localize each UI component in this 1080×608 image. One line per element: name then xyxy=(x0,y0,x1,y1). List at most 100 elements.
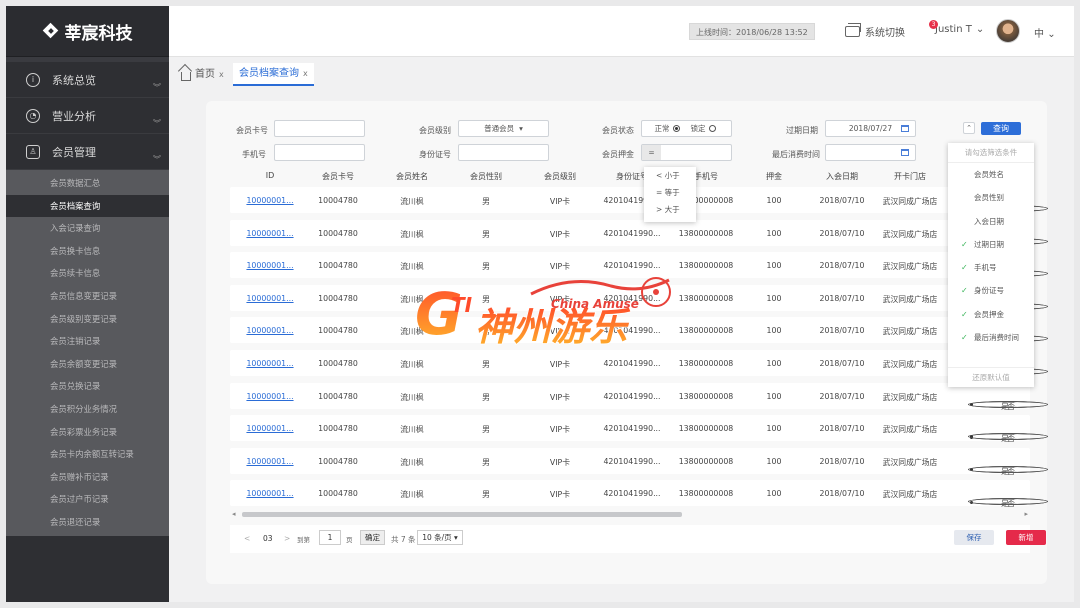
sidebar-item-members[interactable]: ♙ 会员管理 ︾ xyxy=(6,134,169,170)
app-frame: 莘宸科技 i 系统总览 ︾ ◔ 营业分析 ︾ ♙ 会员管理 ︾ 会员数据汇总 会员… xyxy=(6,6,1074,602)
user-menu[interactable]: 3 Justin T ⌄ xyxy=(929,20,984,35)
table-row[interactable]: 10000001... 10004780 流川枫男 VIP卡 4201041990...… xyxy=(230,187,1048,215)
table-row[interactable]: 10000001... 10004780 流川枫男 VIP卡 4201041990...… xyxy=(230,317,1048,345)
sidebar-subitem[interactable]: 会员积分业务情况 xyxy=(6,398,169,421)
table-header-cell[interactable]: 会员性别 xyxy=(446,171,526,182)
scroll-thumb[interactable] xyxy=(242,512,682,517)
operator-option[interactable]: > 大于 xyxy=(644,201,696,218)
tab-member-query[interactable]: 会员档案查询 x xyxy=(233,63,314,86)
sidebar-subitem[interactable]: 会员退还记录 xyxy=(6,511,169,534)
status-locked-label: 锁定 xyxy=(690,124,706,133)
save-button[interactable]: 保存 xyxy=(954,530,994,545)
add-button[interactable]: 新增 xyxy=(1006,530,1046,545)
sidebar-subitem[interactable]: 会员注销记录 xyxy=(6,330,169,353)
level-select-value: 普通会员 xyxy=(484,124,515,133)
table-row[interactable]: 10000001... 10004780 流川枫男 VIP卡 4201041990...… xyxy=(230,447,1048,476)
table-cell: 武汉同成广场店 xyxy=(882,327,938,337)
sidebar-subitem[interactable]: 会员档案查询 xyxy=(6,194,169,218)
column-filter-option[interactable]: 会员押金 xyxy=(948,303,1034,327)
table-cell: 10004780 xyxy=(318,489,358,499)
table-cell: 10004780 xyxy=(318,359,358,368)
sidebar-item-overview[interactable]: i 系统总览 ︾ xyxy=(6,62,169,98)
table-cell: 4201041990... xyxy=(603,359,661,368)
column-filter-option[interactable]: 过期日期 xyxy=(948,233,1034,257)
table-row[interactable]: 10000001... 10004780 流川枫男 VIP卡 4201041990...… xyxy=(230,480,1048,508)
scroll-left-icon[interactable]: ◂ xyxy=(232,510,236,518)
table-row[interactable]: 10000001... 10004780 流川枫男 VIP卡 4201041990...… xyxy=(230,382,1048,411)
reset-default-button[interactable]: 还原默认值 xyxy=(948,367,1034,387)
language-label: 中 xyxy=(1034,29,1044,40)
column-filter-option[interactable]: 手机号 xyxy=(948,256,1034,280)
table-cell: 男 xyxy=(482,327,490,337)
table-cell: 10004780 xyxy=(318,196,358,205)
column-filter-option[interactable]: 会员姓名 xyxy=(948,163,1034,186)
deposit-operator[interactable]: = xyxy=(642,145,661,160)
page-size-select[interactable]: 10 条/页 ▾ xyxy=(417,530,463,545)
goto-page-input[interactable]: 1 xyxy=(319,530,341,545)
deposit-input[interactable]: = xyxy=(641,144,732,161)
sidebar-subitem[interactable]: 会员换卡信息 xyxy=(6,240,169,263)
sidebar-subitem[interactable]: 会员余额变更记录 xyxy=(6,353,169,376)
table-header-cell[interactable]: 开卡门店 xyxy=(870,171,950,182)
goto-confirm-button[interactable]: 确定 xyxy=(360,530,385,545)
status-normal-radio[interactable] xyxy=(672,125,680,132)
logo: 莘宸科技 xyxy=(6,6,169,57)
collapse-columns-button[interactable]: ⌃ xyxy=(963,122,975,134)
sidebar-subitem[interactable]: 会员彩票业务记录 xyxy=(6,421,169,444)
sidebar-subitem[interactable]: 会员卡内余额互转记录 xyxy=(6,443,169,466)
table-row[interactable]: 10000001... 10004780 流川枫男 VIP卡 4201041990...… xyxy=(230,350,1048,378)
operator-option[interactable]: = 等于 xyxy=(644,184,696,201)
column-filter-option[interactable]: 最后消费时间 xyxy=(948,326,1034,350)
tab-close-icon[interactable]: x xyxy=(219,63,224,86)
id-card-input[interactable] xyxy=(458,144,549,161)
phone-input[interactable] xyxy=(274,144,365,161)
no-radio[interactable] xyxy=(968,465,1048,473)
sidebar-subitem[interactable]: 会员级别变更记录 xyxy=(6,308,169,331)
table-row[interactable]: 10000001... 10004780 流川枫男 VIP卡 4201041990...… xyxy=(230,284,1048,313)
expire-date-input[interactable]: 2018/07/27 xyxy=(825,120,916,137)
table-row[interactable]: 10000001... 10004780 流川枫男 VIP卡 4201041990...… xyxy=(230,415,1048,443)
operator-option[interactable]: < 小于 xyxy=(644,167,696,184)
language-switch[interactable]: 中 ⌄ xyxy=(1034,25,1056,40)
sidebar-subitem[interactable]: 会员赠补币记录 xyxy=(6,466,169,489)
no-radio[interactable] xyxy=(968,400,1048,408)
sidebar-subitem[interactable]: 会员续卡信息 xyxy=(6,262,169,285)
card-no-input[interactable] xyxy=(274,120,365,137)
scroll-right-icon[interactable]: ▸ xyxy=(1024,510,1028,518)
avatar[interactable] xyxy=(996,19,1020,43)
table-header-cell[interactable]: 会员卡号 xyxy=(298,171,378,182)
table-header-cell[interactable]: 会员姓名 xyxy=(372,171,452,182)
tab-home[interactable]: 首页 x xyxy=(175,63,230,86)
table-row[interactable]: 10000001... 10004780 流川枫男 VIP卡 4201041990...… xyxy=(230,252,1048,280)
column-filter-option[interactable]: 会员性别 xyxy=(948,186,1034,209)
column-filter-option[interactable]: 身份证号 xyxy=(948,279,1034,303)
table-header-cell[interactable]: 会员级别 xyxy=(520,171,600,182)
sidebar-subitem[interactable]: 会员过户币记录 xyxy=(6,488,169,511)
level-select[interactable]: 普通会员 ▾ xyxy=(458,120,549,137)
query-button[interactable]: 查询 xyxy=(981,122,1021,135)
horizontal-scrollbar[interactable]: ◂ ▸ xyxy=(230,510,1030,518)
last-time-input[interactable] xyxy=(825,144,916,161)
prev-page-icon[interactable]: < xyxy=(244,534,250,543)
next-page-icon[interactable]: > xyxy=(284,534,290,543)
phone-label: 手机号 xyxy=(242,150,266,159)
table-row[interactable]: 10000001... 10004780 流川枫男 VIP卡 4201041990...… xyxy=(230,219,1048,248)
table-cell: 男 xyxy=(482,490,490,500)
column-filter-option[interactable]: 入会日期 xyxy=(948,210,1034,233)
calendar-icon[interactable] xyxy=(901,125,909,132)
calendar-icon[interactable] xyxy=(901,149,909,156)
sidebar-subitem[interactable]: 会员数据汇总 xyxy=(6,172,169,195)
sidebar-subitem[interactable]: 会员信息变更记录 xyxy=(6,285,169,308)
sidebar-subitem[interactable]: 入会记录查询 xyxy=(6,217,169,240)
table-cell: 男 xyxy=(482,425,490,435)
sidebar-item-business[interactable]: ◔ 营业分析 ︾ xyxy=(6,98,169,134)
info-circle-icon: i xyxy=(26,72,40,87)
tab-close-icon[interactable]: x xyxy=(303,62,308,85)
table-cell: 流川枫 xyxy=(400,490,424,500)
sidebar-subitem[interactable]: 会员兑换记录 xyxy=(6,375,169,398)
system-switch-button[interactable]: 系统切换 xyxy=(845,23,905,39)
status-locked-radio[interactable] xyxy=(708,125,716,132)
table-cell: 武汉同成广场店 xyxy=(882,490,938,500)
table-cell: 10004780 xyxy=(318,326,358,336)
pagination: < 03 > 到第 1 页 确定 共 7 条 10 条/页 ▾ 保存 新增 xyxy=(230,525,1046,553)
